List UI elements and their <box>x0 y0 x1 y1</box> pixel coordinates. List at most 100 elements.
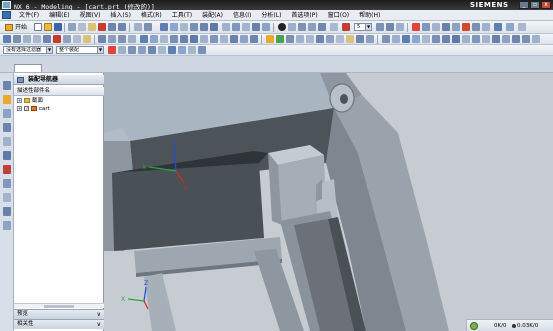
drafting-icon[interactable] <box>482 23 490 31</box>
process-studio-icon[interactable] <box>3 151 11 160</box>
pocket-icon[interactable] <box>210 23 218 31</box>
command-finder-icon[interactable] <box>134 23 142 31</box>
lower-left-leg[interactable] <box>144 273 176 331</box>
preview-panel[interactable]: 预览 ∨ <box>14 309 104 319</box>
visibility-checkbox[interactable]: ✓ <box>24 106 29 112</box>
snap-center-icon[interactable] <box>148 46 156 54</box>
network-status-icon[interactable] <box>470 322 478 330</box>
assembly-icon[interactable] <box>3 35 11 43</box>
trim-body-icon[interactable] <box>140 35 148 43</box>
tree-node-section[interactable]: + 截面 <box>14 97 104 105</box>
sequence-icon[interactable] <box>63 35 71 43</box>
reference-set-icon[interactable] <box>83 35 91 43</box>
menu-help[interactable]: 帮助(H) <box>354 11 385 20</box>
chamfer-icon[interactable] <box>232 23 240 31</box>
paste-face-icon[interactable] <box>356 35 364 43</box>
blend-icon[interactable] <box>222 23 230 31</box>
move-component-icon[interactable] <box>33 35 41 43</box>
orient-view-icon[interactable] <box>330 23 338 31</box>
web-browser-icon[interactable] <box>3 207 11 216</box>
open-file-icon[interactable] <box>44 23 52 31</box>
revolve-icon[interactable] <box>180 23 188 31</box>
fit-view-icon[interactable] <box>288 23 296 31</box>
cut-icon[interactable] <box>68 23 76 31</box>
menu-information[interactable]: 信息(I) <box>228 11 256 20</box>
menu-view[interactable]: 视图(V) <box>75 11 106 20</box>
resize-blend-icon[interactable] <box>306 35 314 43</box>
type-filter-combo[interactable]: 没有选择过滤器 ▼ <box>3 46 53 54</box>
draft-icon[interactable] <box>200 35 208 43</box>
menu-edit[interactable]: 编辑(E) <box>44 11 74 20</box>
close-button[interactable]: x <box>541 1 551 9</box>
datum-plane-icon[interactable] <box>98 35 106 43</box>
scrollbar-thumb[interactable] <box>44 305 74 308</box>
thicken-icon[interactable] <box>210 35 218 43</box>
history-icon[interactable] <box>3 123 11 132</box>
snap-icon[interactable] <box>432 23 440 31</box>
extract-curve-icon[interactable] <box>472 35 480 43</box>
palettes-icon[interactable] <box>3 221 11 230</box>
layer-settings-icon[interactable] <box>376 23 384 31</box>
dependencies-panel[interactable]: 相关性 ∨ <box>14 319 104 329</box>
expand-icon[interactable]: + <box>17 106 22 111</box>
sketch-icon[interactable] <box>160 23 168 31</box>
snap-midpoint-icon[interactable] <box>138 46 146 54</box>
layer-combo[interactable]: 5 ▼ <box>354 23 372 31</box>
menu-insert[interactable]: 插入(S) <box>105 11 136 20</box>
color-icon[interactable] <box>462 23 470 31</box>
hole-icon[interactable] <box>190 23 198 31</box>
datum-axis-icon[interactable] <box>108 35 116 43</box>
split-body-icon[interactable] <box>150 35 158 43</box>
filter-icon[interactable] <box>108 46 116 54</box>
bolt-hole[interactable] <box>340 94 348 104</box>
toolbar-options-icon[interactable] <box>532 35 540 43</box>
undo-icon[interactable] <box>108 23 116 31</box>
delete-face-icon[interactable] <box>316 35 324 43</box>
select-all-icon[interactable] <box>118 46 126 54</box>
line-icon[interactable] <box>392 35 400 43</box>
manufacturing-wizards-icon[interactable] <box>3 165 11 174</box>
wave-icon[interactable] <box>73 35 81 43</box>
bridge-curve-icon[interactable] <box>482 35 490 43</box>
helix-icon[interactable] <box>512 35 520 43</box>
constraint-icon[interactable] <box>23 35 31 43</box>
minimize-button[interactable]: _ <box>519 1 529 9</box>
part-navigator-icon[interactable] <box>3 95 11 104</box>
extrude-icon[interactable] <box>170 23 178 31</box>
column-header[interactable]: 描述性部件名 <box>14 87 104 96</box>
transform-icon[interactable] <box>472 23 480 31</box>
sync-modeling-icon[interactable] <box>266 35 274 43</box>
system-menu-icon[interactable] <box>2 11 11 19</box>
law-curve-icon[interactable] <box>522 35 530 43</box>
new-file-icon[interactable] <box>34 23 42 31</box>
move-layer-icon[interactable] <box>386 23 394 31</box>
tree-node-cart[interactable]: + ✓ cart <box>14 105 104 113</box>
constrain-face-icon[interactable] <box>326 35 334 43</box>
join-curve-icon[interactable] <box>492 35 500 43</box>
measure-icon[interactable] <box>412 23 420 31</box>
unite-icon[interactable] <box>160 35 168 43</box>
graphics-window[interactable]: Z X Y X Z <box>104 73 553 331</box>
explode-icon[interactable] <box>53 35 61 43</box>
pan-icon[interactable] <box>308 23 316 31</box>
menu-analysis[interactable]: 分析(L) <box>256 11 286 20</box>
system-materials-icon[interactable] <box>3 137 11 146</box>
copy-layer-icon[interactable] <box>396 23 404 31</box>
start-button[interactable]: 开始 <box>5 23 27 32</box>
pull-face-icon[interactable] <box>286 35 294 43</box>
move-face-icon[interactable] <box>276 35 284 43</box>
assembly-navigator-icon[interactable] <box>3 81 11 90</box>
snap-intersection-icon[interactable] <box>158 46 166 54</box>
snap-existing-point-icon[interactable] <box>198 46 206 54</box>
project-curve-icon[interactable] <box>442 35 450 43</box>
redo-icon[interactable] <box>118 23 126 31</box>
system-scenes-icon[interactable] <box>3 193 11 202</box>
offset-curve-icon[interactable] <box>432 35 440 43</box>
subtract-icon[interactable] <box>170 35 178 43</box>
menu-preferences[interactable]: 首选项(P) <box>286 11 322 20</box>
roles-icon[interactable] <box>506 23 514 31</box>
snap-quadrant-icon[interactable] <box>168 46 176 54</box>
mirror-face-icon[interactable] <box>366 35 374 43</box>
shell-icon[interactable] <box>242 23 250 31</box>
horizontal-scrollbar[interactable] <box>14 303 104 308</box>
